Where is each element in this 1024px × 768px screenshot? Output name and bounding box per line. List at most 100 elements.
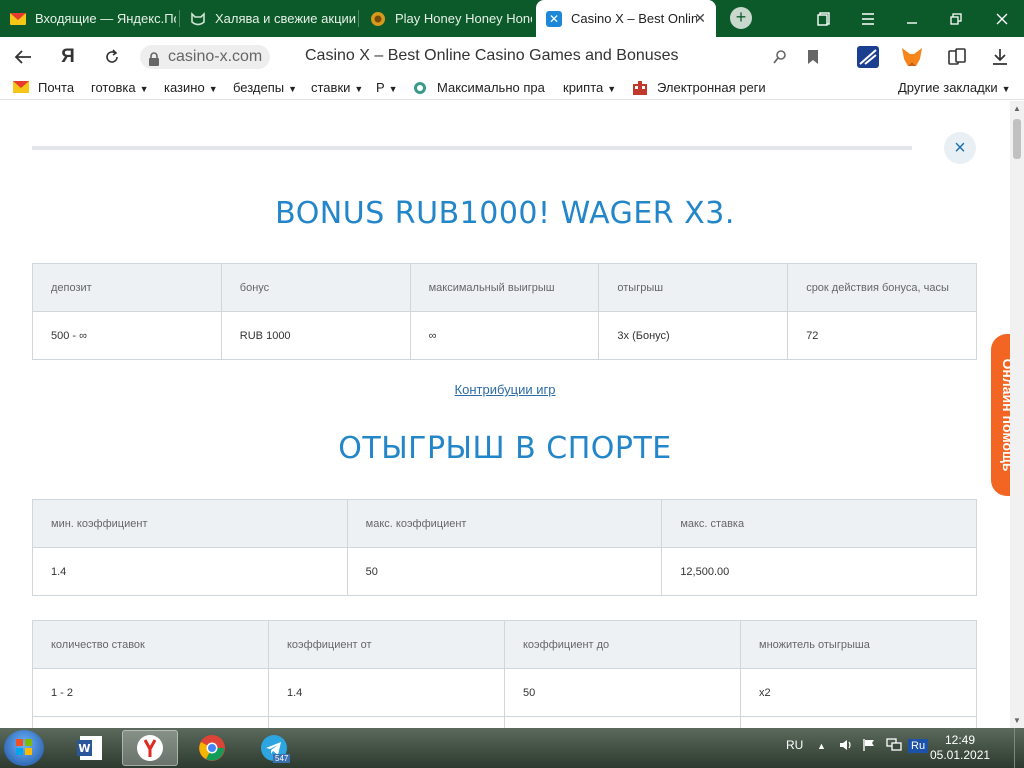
metamask-fox-icon[interactable]	[900, 45, 924, 69]
lock-icon	[148, 50, 160, 66]
reload-icon[interactable]	[100, 45, 124, 69]
bookmark-maksimalno[interactable]: Максимально пра	[437, 80, 545, 95]
casino-x-icon: ✕	[546, 10, 562, 27]
telegram-app-icon[interactable]: 547	[246, 730, 302, 766]
bookmark-kazino[interactable]: казино ▼	[164, 80, 218, 95]
bookmark-bezdepy[interactable]: бездепы ▼	[233, 80, 297, 95]
language-indicator[interactable]: RU	[786, 738, 803, 752]
table-header-row: депозит бонус максимальный выигрыш отыгр…	[32, 263, 977, 312]
network-icon[interactable]	[886, 738, 902, 755]
show-desktop-button[interactable]	[1014, 728, 1024, 768]
tab-honey-honey[interactable]: Play Honey Honey Honey	[360, 0, 532, 37]
back-arrow-icon[interactable]	[11, 45, 35, 69]
other-bookmarks[interactable]: Другие закладки ▼	[898, 80, 1011, 95]
tab-title: Халява и свежие акции	[215, 11, 356, 26]
table-cell	[740, 716, 977, 728]
restore-icon[interactable]	[934, 0, 978, 37]
header-cell: множитель отыгрыша	[740, 620, 977, 669]
svg-text:W: W	[78, 742, 90, 755]
multiplier-table: количество ставок коэффициент от коэффиц…	[32, 620, 977, 728]
table-cell: 1.4	[268, 668, 505, 717]
table-row: 1 - 2 1.4 50 x2	[32, 668, 977, 717]
chevron-down-icon: ▼	[607, 84, 617, 94]
header-cell: максимальный выигрыш	[409, 263, 600, 312]
bookmark-r[interactable]: Р ▼	[376, 80, 398, 95]
minimize-icon[interactable]	[890, 0, 934, 37]
tab-title: Casino X – Best Online Casino Games	[571, 11, 697, 26]
tab-yandex-mail[interactable]: Входящие — Яндекс.Почта	[0, 0, 176, 37]
bookmark-pochta[interactable]: Почта	[38, 80, 74, 95]
bookmark-icon[interactable]	[801, 45, 825, 69]
header-cell: макс. ставка	[661, 499, 977, 548]
tab-casino-x[interactable]: ✕ Casino X – Best Online Casino Games ✕	[536, 0, 716, 37]
browser-tab-bar: Входящие — Яндекс.Почта Халява и свежие …	[0, 0, 1024, 37]
new-tab-button[interactable]: +	[730, 7, 752, 29]
table-cell	[268, 716, 505, 728]
input-method-indicator[interactable]: Ru	[908, 739, 929, 753]
bookmark-gotovka[interactable]: готовка ▼	[91, 80, 148, 95]
game-contributions-link[interactable]: Контрибуции игр	[0, 382, 1010, 397]
sport-heading: ОТЫГРЫШ В СПОРТЕ	[338, 431, 672, 466]
table-cell: 72	[787, 311, 977, 360]
volume-icon[interactable]	[839, 738, 853, 755]
close-modal-button[interactable]: ×	[944, 132, 976, 164]
address-bar: Я casino-x.com Casino X – Best Online Ca…	[0, 37, 1024, 77]
table-cell: x2	[740, 668, 977, 717]
page-title: Casino X – Best Online Casino Games and …	[305, 47, 679, 64]
table-cell: 3x (Бонус)	[598, 311, 789, 360]
windows-taskbar: W 547 RU ▲ Ru 12:49 05.01.2021	[0, 728, 1024, 768]
tab-title: Play Honey Honey Honey	[395, 11, 532, 26]
sport-table: мин. коэффициент макс. коэффициент макс.…	[32, 499, 977, 596]
table-cell: 50	[504, 668, 741, 717]
chevron-down-icon: ▼	[354, 84, 364, 94]
url-field[interactable]: casino-x.com	[140, 45, 271, 69]
table-header-row: мин. коэффициент макс. коэффициент макс.…	[32, 499, 977, 548]
table-cell	[504, 716, 741, 728]
scroll-down-icon[interactable]: ▼	[1013, 716, 1021, 725]
globe-icon	[412, 81, 428, 95]
extension-icon[interactable]	[856, 45, 880, 69]
system-clock[interactable]: 12:49 05.01.2021	[930, 733, 990, 763]
start-button[interactable]	[4, 730, 44, 766]
chevron-up-icon[interactable]: ▲	[817, 741, 826, 751]
building-icon	[632, 81, 648, 95]
page-scrollbar[interactable]: ▲ ▼	[1010, 101, 1024, 728]
table-header-row: количество ставок коэффициент от коэффиц…	[32, 620, 977, 669]
close-tab-icon[interactable]: ✕	[694, 10, 706, 27]
yandex-browser-app-icon[interactable]	[122, 730, 178, 766]
scroll-up-icon[interactable]: ▲	[1013, 104, 1021, 113]
flag-icon[interactable]	[862, 738, 876, 755]
table-cell: 1.4	[32, 547, 348, 596]
bookmark-elektronnaya[interactable]: Электронная реги	[657, 80, 767, 95]
download-icon[interactable]	[988, 45, 1012, 69]
bookmark-kripta[interactable]: крипта ▼	[563, 80, 616, 95]
telegram-unread-badge: 547	[273, 754, 291, 763]
menu-icon[interactable]	[846, 0, 890, 37]
clock-time: 12:49	[944, 733, 976, 747]
collections-icon[interactable]	[945, 45, 969, 69]
mail-icon	[10, 11, 26, 27]
header-cell: коэффициент до	[504, 620, 741, 669]
chevron-down-icon: ▼	[288, 84, 298, 94]
scrollbar-thumb[interactable]	[1013, 119, 1021, 159]
word-app-icon[interactable]: W	[62, 730, 118, 766]
yandex-logo-icon[interactable]: Я	[56, 45, 80, 69]
table-cell: 12,500.00	[661, 547, 977, 596]
table-cell	[32, 716, 269, 728]
url-text: casino-x.com	[168, 48, 263, 65]
modal-top-divider	[32, 146, 912, 150]
table-cell: 500 - ∞	[32, 311, 222, 360]
page-content: × BONUS RUB1000! WAGER X3. депозит бонус…	[0, 101, 1010, 728]
tabs-menu-icon[interactable]	[802, 0, 846, 37]
tab-halyava[interactable]: Халява и свежие акции	[180, 0, 356, 37]
bookmark-stavki[interactable]: ставки ▼	[311, 80, 363, 95]
table-row	[32, 716, 977, 728]
bonus-table: депозит бонус максимальный выигрыш отыгр…	[32, 263, 977, 360]
tab-separator	[358, 10, 359, 27]
mail-icon	[13, 81, 29, 95]
header-cell: срок действия бонуса, часы	[787, 263, 977, 312]
search-page-icon[interactable]	[768, 45, 792, 69]
chevron-down-icon: ▼	[1001, 84, 1011, 94]
close-window-icon[interactable]	[980, 0, 1024, 37]
chrome-app-icon[interactable]	[184, 730, 240, 766]
